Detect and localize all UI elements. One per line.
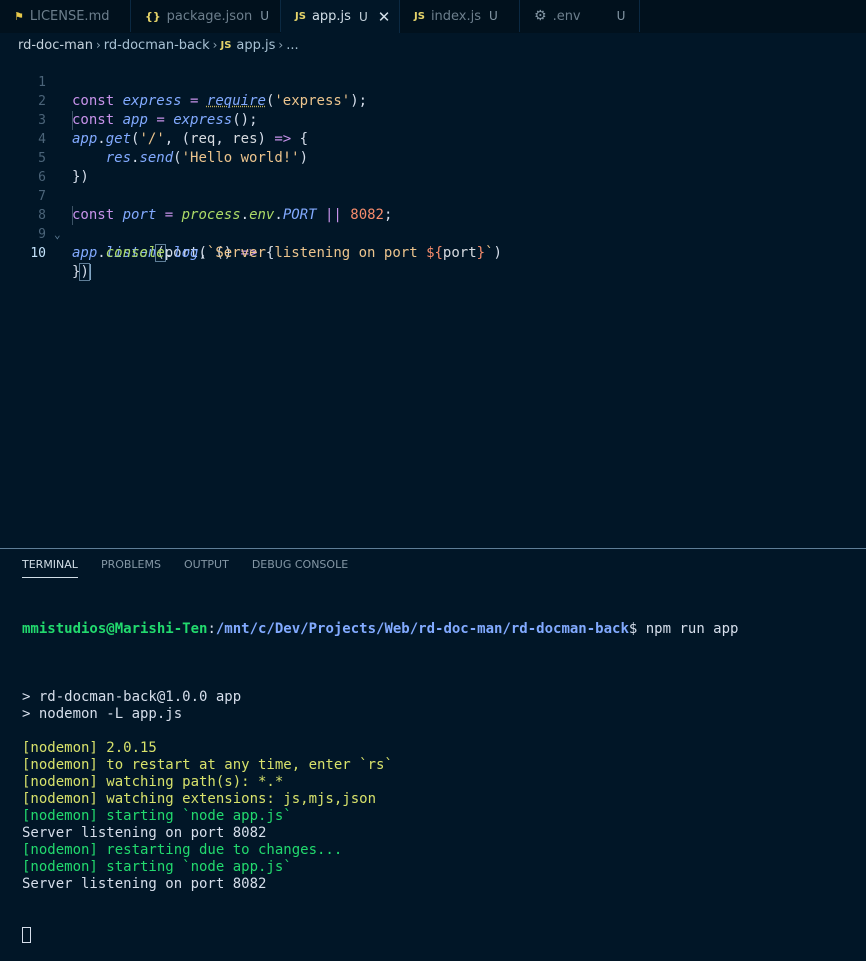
text-cursor [88, 264, 91, 280]
tab-terminal[interactable]: TERMINAL [22, 558, 78, 578]
close-tab-icon[interactable]: ✕ [378, 8, 391, 26]
code-line: 3 app.get('/', (req, res) => { [0, 92, 866, 147]
code-editor[interactable]: 1 const express = require('express'); 2 … [0, 54, 866, 544]
tab-label: index.js [430, 8, 482, 24]
terminal-line: > rd-docman-back@1.0.0 app [22, 689, 242, 705]
chevron-right-icon: › [212, 38, 218, 52]
terminal-line: Server listening on port 8082 [22, 876, 267, 892]
terminal-output[interactable]: mmistudios@Marishi-Ten:/mnt/c/Dev/Projec… [22, 587, 862, 961]
code-text: console.log(`Server listening on port ${… [105, 245, 502, 261]
untracked-badge: U [616, 9, 626, 23]
breadcrumb-file[interactable]: app.js [236, 38, 275, 53]
tab-label: LICENSE.md [29, 8, 110, 24]
untracked-badge: U [358, 9, 368, 24]
code-line: 6 [0, 149, 866, 185]
terminal-line: [nodemon] 2.0.15 [22, 740, 157, 756]
terminal-line: [nodemon] watching path(s): *.* [22, 774, 284, 790]
tab-output[interactable]: OUTPUT [184, 558, 229, 578]
js-file-icon: JS [414, 10, 425, 22]
tab-label: package.json [166, 8, 253, 24]
breadcrumb-folder[interactable]: rd-docman-back [104, 38, 210, 53]
gear-icon: ⚙ [534, 8, 547, 24]
code-line: 5 }) [0, 130, 866, 185]
terminal-cursor [22, 927, 31, 943]
tab-label: .env [552, 8, 581, 24]
tab-problems[interactable]: PROBLEMS [101, 558, 161, 578]
tab-debug-console[interactable]: DEBUG CONSOLE [252, 558, 348, 578]
chevron-right-icon: › [95, 38, 101, 52]
terminal-line: [nodemon] starting `node app.js` [22, 808, 292, 824]
untracked-badge: U [489, 9, 498, 23]
code-line: 7 const port = process.env.PORT || 8082; [0, 168, 866, 223]
chevron-right-icon: › [278, 38, 284, 52]
js-file-icon: JS [220, 39, 232, 51]
tab-index-js[interactable]: JS index.js U [400, 0, 520, 32]
terminal-line: [nodemon] watching extensions: js,mjs,js… [22, 791, 377, 807]
tab-license-md[interactable]: ⚑ LICENSE.md [0, 0, 131, 32]
terminal-line: Server listening on port 8082 [22, 825, 267, 841]
tab-package-json[interactable]: {} package.json U [131, 0, 281, 32]
js-file-icon: JS [295, 11, 306, 22]
license-icon: ⚑ [14, 9, 24, 23]
tab-env[interactable]: ⚙ .env U [520, 0, 640, 32]
tab-app-js[interactable]: JS app.js U ✕ [281, 0, 400, 33]
code-line: 1 const express = require('express'); [0, 54, 866, 109]
code-line: 4 res.send('Hello world!') [0, 111, 866, 166]
panel-divider[interactable] [0, 548, 866, 549]
editor-tab-bar: ⚑ LICENSE.md {} package.json U JS app.js… [0, 0, 866, 33]
code-text: }) [72, 263, 91, 281]
breadcrumb: rd-doc-man › rd-docman-back › JS app.js … [18, 36, 299, 54]
json-braces-icon: {} [145, 9, 161, 23]
panel-tabs: TERMINAL PROBLEMS OUTPUT DEBUG CONSOLE [22, 558, 371, 578]
line-number: 10 [30, 246, 46, 261]
code-line: 2 const app = express(); [0, 73, 866, 128]
terminal-lines: > rd-docman-back@1.0.0 app > nodemon -L a… [22, 672, 862, 893]
code-line: 9 console.log(`Server listening on port … [0, 206, 866, 261]
terminal-line: [nodemon] restarting due to changes... [22, 842, 343, 858]
terminal-cursor-line [22, 927, 862, 944]
prompt-path: /mnt/c/Dev/Projects/Web/rd-doc-man/rd-do… [215, 621, 629, 637]
terminal-line: [nodemon] to restart at any time, enter … [22, 757, 393, 773]
breadcrumb-symbols[interactable]: ... [286, 38, 298, 53]
terminal-line: > nodemon -L app.js [22, 706, 183, 722]
untracked-badge: U [260, 9, 270, 23]
terminal-line: [nodemon] starting `node app.js` [22, 859, 292, 875]
code-line: 8 ⌄ app.listen(port, () => { [0, 187, 866, 262]
breadcrumb-root[interactable]: rd-doc-man [18, 38, 93, 53]
code-line: 10 }) [0, 225, 866, 281]
prompt-user-host: mmistudios@Marishi-Ten [22, 621, 208, 637]
prompt-colon: : [207, 621, 216, 637]
prompt-command: $ npm run app [628, 621, 739, 637]
tab-label: app.js [311, 9, 351, 24]
terminal-prompt-line: mmistudios@Marishi-Ten:/mnt/c/Dev/Projec… [22, 621, 862, 638]
